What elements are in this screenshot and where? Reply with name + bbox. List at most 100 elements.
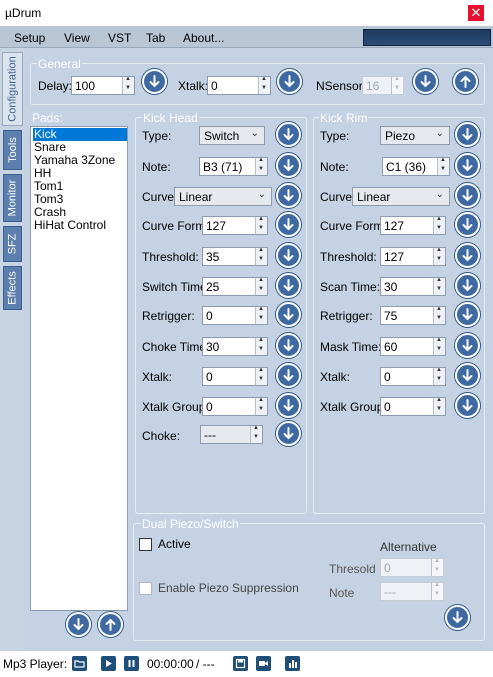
save-icon: [235, 658, 246, 669]
rim-retrigger-button[interactable]: [455, 302, 480, 327]
rim-type-button[interactable]: [455, 122, 480, 147]
rim-retrigger-input[interactable]: 75: [380, 306, 446, 325]
head-note-button[interactable]: [276, 153, 301, 178]
tab-monitor[interactable]: Monitor: [3, 174, 22, 222]
xtalk-down-button[interactable]: [277, 69, 302, 94]
rim-mask-time-button[interactable]: [455, 333, 480, 358]
head-threshold-button[interactable]: [276, 243, 301, 268]
tab-tools[interactable]: Tools: [3, 130, 22, 170]
stats-button[interactable]: [285, 656, 300, 671]
rim-scan-time-input[interactable]: 30: [380, 277, 446, 296]
arrow-down-icon: [283, 159, 294, 172]
head-curve-form-input[interactable]: 127: [202, 216, 268, 235]
rim-xtalk-input[interactable]: 0: [380, 367, 446, 386]
pad-move-up-button[interactable]: [98, 612, 123, 637]
rim-curve-form-input[interactable]: 127: [380, 216, 446, 235]
head-curve-form-button[interactable]: [276, 212, 301, 237]
head-xtalk-group-button[interactable]: [276, 393, 301, 418]
rim-curve-select[interactable]: Linear ⌄: [352, 187, 450, 206]
head-type-button[interactable]: [276, 122, 301, 147]
record-button[interactable]: [256, 656, 271, 671]
pause-button[interactable]: [124, 656, 139, 671]
head-choke-input[interactable]: ---: [200, 425, 263, 444]
head-choke-button[interactable]: [276, 421, 301, 446]
head-retrigger-input[interactable]: 0: [202, 306, 268, 325]
head-xtalk-group-input[interactable]: 0: [202, 397, 268, 416]
tab-sfz[interactable]: SFZ: [3, 226, 22, 262]
head-xtalk-button[interactable]: [276, 363, 301, 388]
pause-icon: [128, 660, 135, 667]
head-xtalk-input[interactable]: 0: [202, 367, 268, 386]
active-checkbox[interactable]: [139, 538, 152, 551]
rim-threshold-input[interactable]: 127: [380, 247, 446, 266]
pads-list[interactable]: Kick Snare Yamaha 3Zone HH Tom1 Tom3 Cra…: [30, 126, 128, 611]
head-choke-time-input[interactable]: 30: [202, 337, 268, 356]
play-icon: [106, 660, 112, 667]
menu-tab[interactable]: Tab: [146, 31, 165, 45]
arrow-down-icon: [283, 427, 294, 440]
bar-chart-icon: [289, 660, 297, 668]
head-threshold-input[interactable]: 35: [202, 247, 268, 266]
rim-threshold-label: Threshold:: [320, 250, 377, 264]
menu-setup[interactable]: Setup: [14, 31, 45, 45]
player-total: / ---: [196, 657, 215, 671]
rim-scan-time-button[interactable]: [455, 273, 480, 298]
piezo-suppression-checkbox[interactable]: [139, 582, 152, 595]
nsensor-input[interactable]: 16: [362, 76, 404, 95]
rim-xtalk-group-label: Xtalk Group:: [320, 400, 387, 414]
open-folder-button[interactable]: [72, 656, 87, 671]
xtalk-input[interactable]: 0: [207, 76, 271, 95]
thresold-input[interactable]: 0: [380, 558, 444, 577]
alternative-label: Alternative: [380, 540, 437, 554]
head-type-select[interactable]: Switch ⌄: [199, 126, 265, 145]
menu-about[interactable]: About...: [183, 31, 224, 45]
arrow-down-icon: [452, 611, 463, 624]
head-switch-time-input[interactable]: 25: [202, 277, 268, 296]
close-button[interactable]: ✕: [468, 5, 484, 21]
head-curve-button[interactable]: [276, 183, 301, 208]
general-down-button[interactable]: [142, 69, 167, 94]
rim-curve-button[interactable]: [455, 183, 480, 208]
arrow-down-icon: [462, 369, 473, 382]
list-item[interactable]: HiHat Control: [33, 219, 127, 232]
rim-xtalk-group-button[interactable]: [455, 393, 480, 418]
play-button[interactable]: [101, 656, 116, 671]
rim-mask-time-input[interactable]: 60: [380, 337, 446, 356]
head-choke-time-button[interactable]: [276, 333, 301, 358]
tab-effects[interactable]: Effects: [3, 266, 22, 310]
dual-piezo-button[interactable]: [445, 605, 470, 630]
head-choke-time-label: Choke Time:: [142, 340, 210, 354]
arrow-down-icon: [462, 399, 473, 412]
rim-xtalk-button[interactable]: [455, 363, 480, 388]
delay-input[interactable]: 100: [71, 76, 135, 95]
arrow-down-icon: [283, 399, 294, 412]
xtalk-label: Xtalk:: [178, 79, 209, 93]
head-note-input[interactable]: B3 (71): [199, 157, 268, 176]
arrow-down-icon: [283, 249, 294, 262]
pad-move-down-button[interactable]: [66, 612, 91, 637]
rim-threshold-button[interactable]: [455, 243, 480, 268]
head-choke-label: Choke:: [142, 429, 181, 443]
menu-view[interactable]: View: [64, 31, 90, 45]
tab-configuration[interactable]: Configuration: [2, 52, 23, 126]
save-button[interactable]: [233, 656, 248, 671]
menu-vst[interactable]: VST: [108, 31, 131, 45]
arrow-down-icon: [283, 189, 294, 202]
rim-curve-form-button[interactable]: [455, 212, 480, 237]
active-label: Active: [158, 537, 191, 551]
dual-note-input[interactable]: ---: [380, 582, 444, 601]
nsensor-up-button[interactable]: [453, 69, 478, 94]
arrow-down-icon: [149, 75, 160, 88]
rim-xtalk-group-input[interactable]: 0: [380, 397, 446, 416]
head-switch-time-button[interactable]: [276, 273, 301, 298]
head-retrigger-button[interactable]: [276, 302, 301, 327]
rim-note-button[interactable]: [455, 153, 480, 178]
nsensor-down-button[interactable]: [413, 69, 438, 94]
head-curve-select[interactable]: Linear ⌄: [174, 187, 272, 206]
rim-note-input[interactable]: C1 (36): [382, 157, 450, 176]
rim-type-select[interactable]: Piezo ⌄: [380, 126, 450, 145]
arrow-down-icon: [283, 279, 294, 292]
rim-retrigger-label: Retrigger:: [320, 309, 373, 323]
arrow-down-icon: [462, 128, 473, 141]
kick-head-label: Kick Head: [142, 111, 199, 125]
